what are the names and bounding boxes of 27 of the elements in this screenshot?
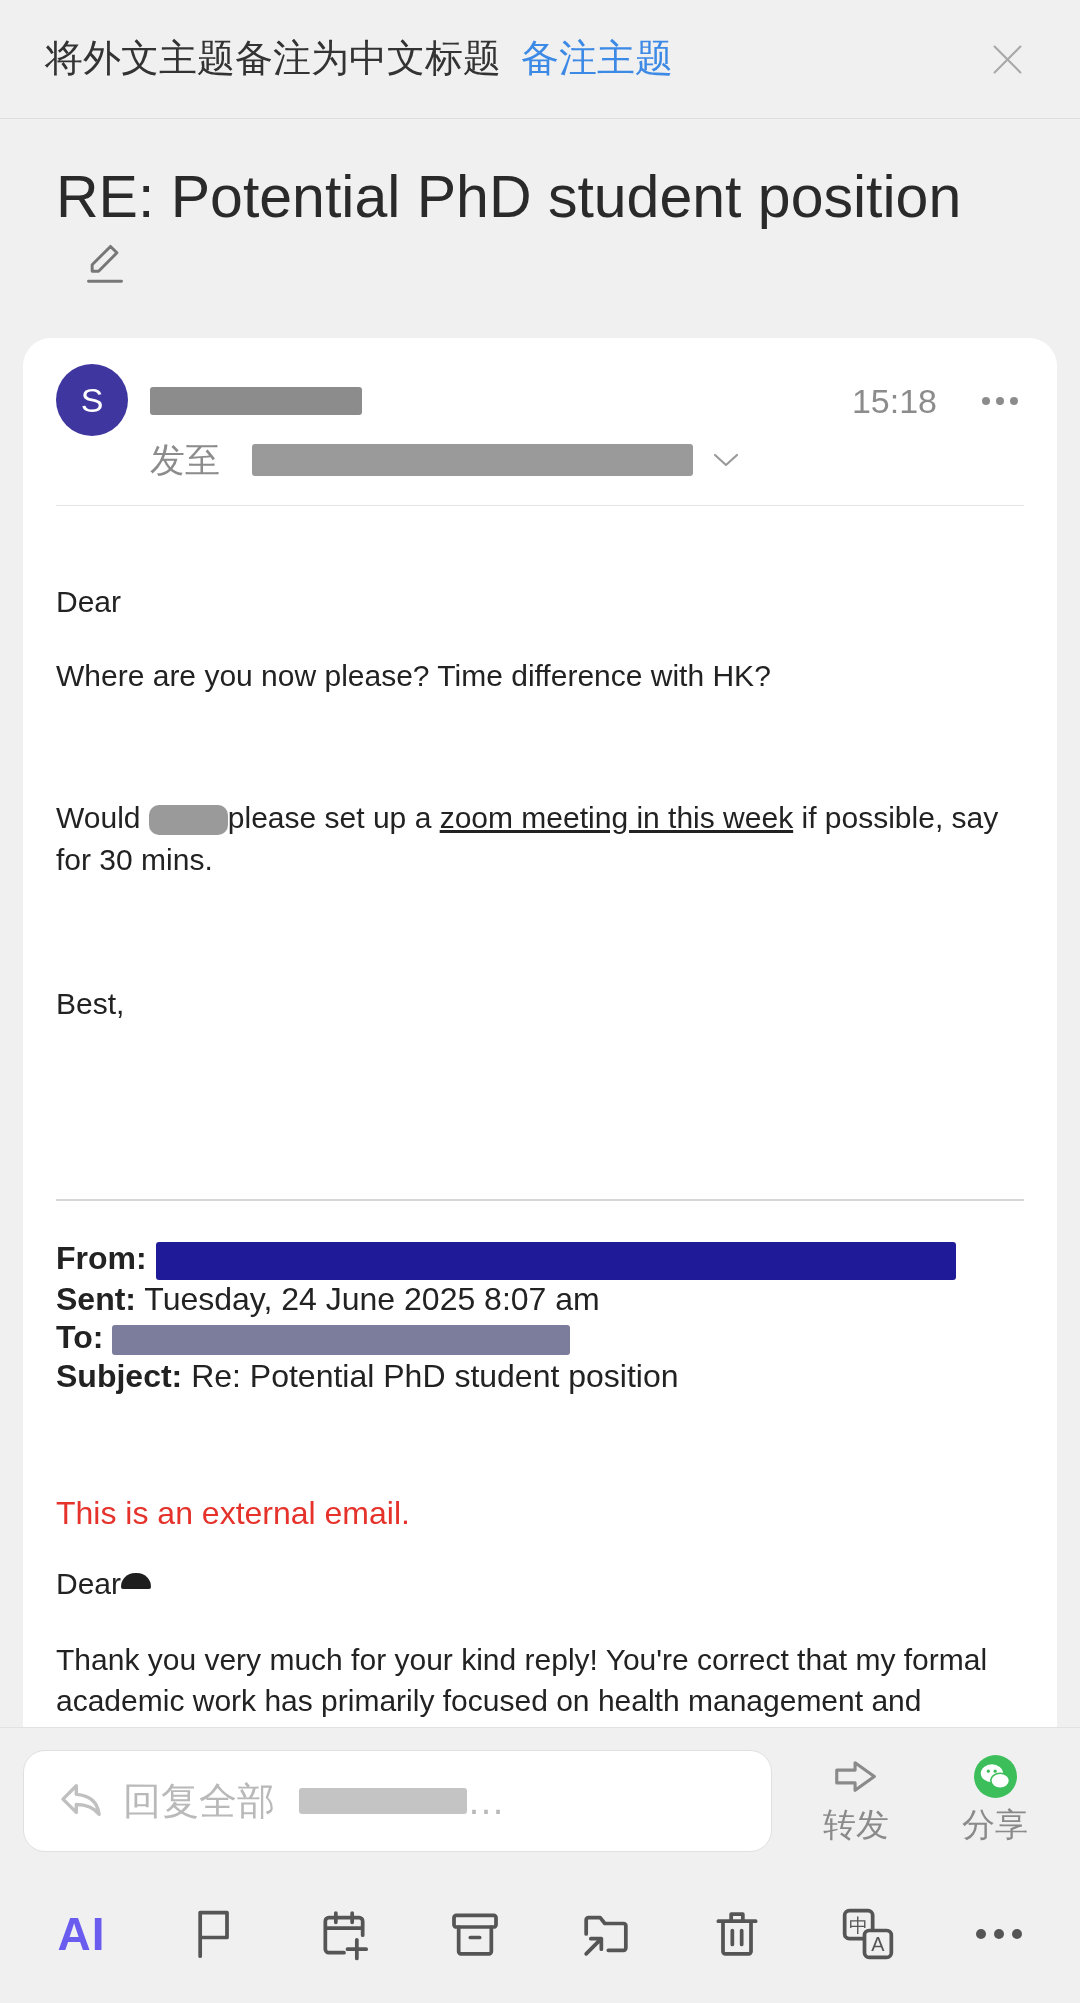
quoted-header-line: From: [56, 1239, 1024, 1280]
share-button[interactable]: 分享 [929, 1750, 1061, 1845]
recipients-label: 发至 [150, 440, 220, 480]
email-paragraph: Dear [56, 584, 123, 620]
ai-button[interactable]: AI [57, 1911, 106, 1957]
email-subject: RE: Potential PhD student position [56, 164, 963, 231]
message-time: 15:18 [851, 384, 937, 418]
quoted-header-line: To: [56, 1318, 1024, 1357]
forward-button[interactable]: 转发 [790, 1750, 922, 1845]
chevron-down-icon[interactable] [713, 452, 739, 468]
more-icon[interactable] [981, 396, 1019, 406]
external-email-warning: This is an external email. [56, 1493, 411, 1533]
email-paragraph: Where are you now please? Time difference with HK? [56, 658, 772, 694]
quoted-header-line: Subject: Re: Potential PhD student position [56, 1356, 680, 1396]
more-icon[interactable] [973, 1927, 1024, 1941]
banner-text: 将外文主题备注为中文标题 [45, 36, 501, 82]
remark-subject-link[interactable]: 备注主题 [521, 36, 673, 82]
chat-bubbles-icon [973, 1755, 1017, 1798]
email-paragraph: Dear [56, 1562, 1024, 1605]
sender-avatar: S [56, 364, 128, 436]
email-paragraph: Thank you very much for your kind reply! You're correct that my formal academic work has primarily focused on health management and [56, 1641, 989, 1719]
reply-field[interactable]: 回复全部 … [23, 1750, 772, 1852]
quoted-header-line: Sent: Tuesday, 24 June 2025 8:07 am [56, 1279, 601, 1319]
inline-link[interactable]: zoom meeting in this week [439, 801, 794, 834]
forward-arrow-icon [834, 1760, 878, 1793]
email-paragraph: Best, [56, 986, 126, 1022]
email-paragraph: Would please set up a zoom meeting in this week if possible, say for 30 mins. [56, 800, 1000, 878]
